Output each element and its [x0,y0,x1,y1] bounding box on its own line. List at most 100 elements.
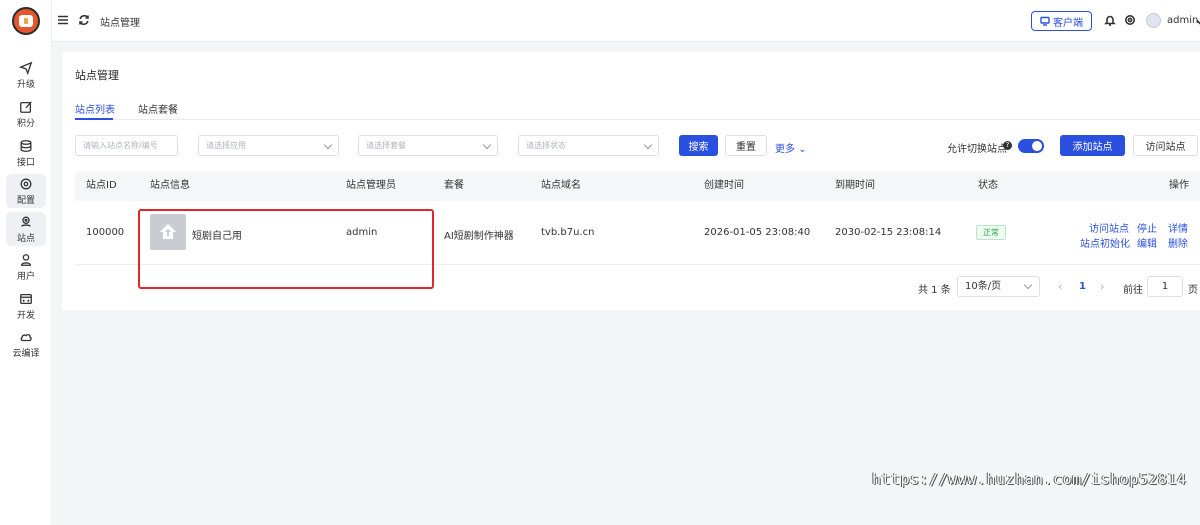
site-init-link[interactable]: 站点初始化 [1080,235,1130,250]
visit-site-button[interactable]: 访问站点 [1133,135,1198,156]
monitor-icon [1040,16,1050,26]
user-name[interactable]: admin [1167,15,1198,26]
table-row[interactable]: 100000 短剧自己用 admin AI短剧制作神器 tvb.b7u.cn 2… [75,201,1200,289]
watermark: https://www.huzhan.com/ishop52814 [872,470,1187,488]
sidebar-item-points[interactable]: 积分 [6,97,46,131]
column-header: 到期时间 [835,180,875,191]
app-select-placeholder: 请选择应用 [206,141,246,150]
breadcrumb: 站点管理 [100,18,140,29]
house-upload-icon [160,224,176,239]
site-admin: admin [346,227,378,238]
sidebar-item-label: 云编译 [12,348,40,359]
location-icon [21,216,31,227]
sidebar-item-config[interactable]: 配置 [6,174,46,208]
more-filters-label: 更多 [775,144,795,155]
column-header: 站点ID [86,180,117,191]
sidebar-item-label: 站点 [16,233,35,244]
gear-icon[interactable] [1124,14,1136,26]
column-header: 站点管理员 [346,180,396,191]
client-button-label: 客户端 [1053,17,1083,29]
more-filters-button[interactable]: 更多 ⌄ [775,140,807,155]
prev-page-icon[interactable]: ‹ [1058,280,1062,293]
package-select[interactable]: 请选择套餐 [358,135,498,156]
column-header: 创建时间 [704,180,744,191]
expire-time: 2030-02-15 23:08:14 [835,227,942,238]
sidebar: 升级 积分 接口 配置 站点 用户 开发 云编译 [0,0,52,525]
column-header: 操作 [1169,180,1189,191]
tabs-divider [75,119,1200,120]
package-select-placeholder: 请选择套餐 [366,141,406,150]
site-management-card: 站点管理 站点列表 站点套餐 请输入站点名称/编号 请选择应用 请选择套餐 请选… [62,52,1200,310]
chevron-down-icon [482,140,492,150]
sidebar-item-api[interactable]: 接口 [6,136,46,170]
goto-label: 前往 [1123,285,1143,296]
site-id: 100000 [86,227,125,238]
add-site-button[interactable]: 添加站点 [1060,135,1125,156]
settings-icon [20,178,32,189]
top-header: 站点管理 客户端 admin [52,0,1200,42]
sidebar-item-users[interactable]: 用户 [6,250,46,284]
switch-site-label: 允许切换站点 [947,144,1007,155]
created-time: 2026-01-05 23:08:40 [704,227,811,238]
sidebar-item-develop[interactable]: 开发 [6,289,46,323]
send-icon [19,61,33,75]
help-icon[interactable]: ? [1003,141,1012,150]
goto-page-input[interactable]: 1 [1147,276,1183,297]
status-select[interactable]: 请选择状态 [518,135,659,156]
tab-site-list[interactable]: 站点列表 [75,101,115,116]
refresh-icon[interactable] [78,14,90,26]
site-domain[interactable]: tvb.b7u.cn [541,227,594,238]
site-name[interactable]: 短剧自己用 [192,227,242,242]
column-header: 套餐 [444,180,464,191]
tab-site-packages[interactable]: 站点套餐 [138,101,178,116]
sidebar-item-label: 升级 [16,79,35,90]
sidebar-item-sites[interactable]: 站点 [6,212,46,246]
visit-site-link[interactable]: 访问站点 [1089,220,1129,235]
chevron-down-icon [1023,280,1033,290]
sidebar-item-label: 用户 [16,271,35,282]
site-package: AI短剧制作神器 [444,231,514,242]
status-select-placeholder: 请选择状态 [526,141,566,150]
column-header: 状态 [978,180,998,191]
chevron-down-icon [643,140,653,150]
search-button[interactable]: 搜索 [679,135,718,156]
active-tab-indicator [75,118,113,120]
delete-site-link[interactable]: 删除 [1168,235,1188,250]
sidebar-item-cloud-compile[interactable]: 云编译 [6,327,46,361]
site-logo [150,214,186,250]
chevron-down-icon: ⌄ [798,144,807,155]
database-icon [20,139,32,152]
site-search-input[interactable]: 请输入站点名称/编号 [75,135,178,156]
page-title: 站点管理 [75,69,119,82]
client-button[interactable]: 客户端 [1031,11,1092,31]
column-header: 站点信息 [150,180,190,191]
app-select[interactable]: 请选择应用 [198,135,339,156]
allow-switch-site-toggle[interactable] [1018,139,1044,153]
status-badge: 正常 [976,225,1006,240]
app-logo[interactable] [12,7,40,35]
stop-site-link[interactable]: 停止 [1137,220,1157,235]
bell-icon[interactable] [1104,14,1116,26]
chevron-down-icon[interactable] [1196,16,1200,28]
sidebar-item-upgrade[interactable]: 升级 [6,58,46,92]
site-details-link[interactable]: 详情 [1168,220,1188,235]
page-size-value: 10条/页 [965,281,1002,292]
page-size-select[interactable]: 10条/页 [957,276,1040,297]
next-page-icon[interactable]: › [1100,280,1104,293]
sidebar-item-label: 开发 [16,310,35,321]
menu-toggle-icon[interactable] [57,14,69,26]
cloud-icon [20,333,32,341]
sidebar-item-label: 配置 [16,195,35,206]
reset-button[interactable]: 重置 [725,135,767,156]
chevron-down-icon [323,140,333,150]
pagination-total: 共 1 条 [918,285,951,296]
column-header: 站点域名 [541,180,581,191]
avatar[interactable] [1146,13,1161,28]
code-window-icon [20,293,32,304]
sidebar-item-label: 接口 [16,157,35,168]
edit-site-link[interactable]: 编辑 [1137,235,1157,250]
table-header: 站点ID 站点信息 站点管理员 套餐 站点域名 创建时间 到期时间 状态 操作 [75,171,1200,201]
page-number-current[interactable]: 1 [1079,281,1086,292]
user-icon [20,253,32,266]
edit-icon [20,100,32,113]
